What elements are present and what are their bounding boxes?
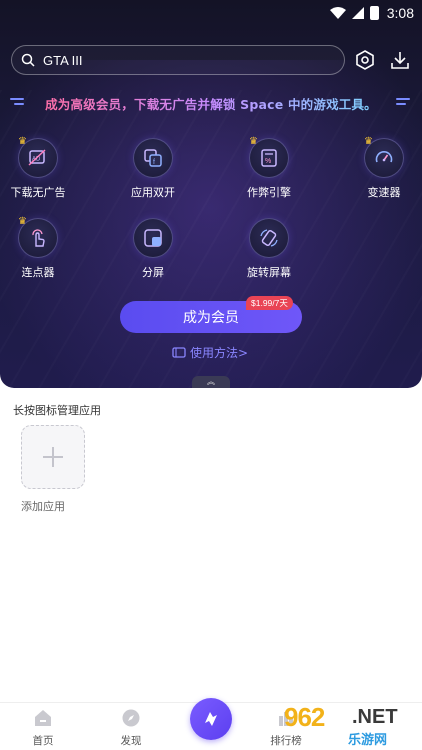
feature-label: 作弊引擎: [247, 186, 291, 199]
hero-panel: 3:08 成为高级会员，下载无广告并解锁 Space 中的游戏工具。 ♛: [0, 0, 422, 388]
feature-speed[interactable]: ♛ 变速器: [347, 136, 421, 202]
feature-label: 分屏: [142, 266, 164, 279]
banner-deco-right: [396, 98, 410, 108]
usage-label: 使用方法>: [190, 345, 249, 360]
home-icon: [35, 710, 51, 726]
collapse-handle[interactable]: ︽: [192, 376, 230, 388]
feature-ad-free[interactable]: ♛ AD 下载无广告: [1, 136, 75, 202]
nav-home-label: 首页: [32, 735, 54, 747]
nav-discover-label: 发现: [120, 735, 142, 747]
dual-app-icon: f: [144, 149, 162, 167]
crown-icon: ♛: [249, 136, 258, 147]
site-watermark: 962 .NET 乐游网: [282, 702, 416, 748]
feature-label: 变速器: [367, 186, 401, 199]
banner-deco-left: [10, 98, 24, 108]
settings-icon: [356, 50, 374, 70]
crown-icon: ♛: [364, 136, 373, 147]
search-input[interactable]: [43, 52, 303, 68]
watermark-net: .NET: [352, 706, 398, 728]
promo-banner: 成为高级会员，下载无广告并解锁 Space 中的游戏工具。: [0, 92, 422, 114]
feature-label: 连点器: [21, 266, 55, 279]
feature-label: 应用双开: [131, 186, 175, 199]
watermark-cn: 乐游网: [348, 732, 388, 747]
feature-circle: f: [133, 138, 173, 178]
add-app-button[interactable]: [21, 425, 85, 489]
status-bar: 3:08: [0, 0, 422, 26]
split-screen-icon: [144, 229, 162, 247]
download-icon: [391, 52, 409, 69]
video-icon: [172, 347, 186, 358]
search-bar[interactable]: [11, 45, 345, 75]
crown-icon: ♛: [18, 216, 27, 227]
plus-icon: [43, 447, 63, 467]
ad-block-icon: AD: [28, 149, 46, 166]
feature-circle: ♛ AD: [18, 136, 58, 178]
center-action-button[interactable]: [190, 698, 232, 740]
feature-circle: ♛: [18, 216, 58, 258]
nav-home[interactable]: 首页: [13, 709, 73, 748]
feature-split-screen[interactable]: 分屏: [116, 218, 190, 282]
settings-button[interactable]: [352, 47, 378, 73]
price-badge: $1.99/7天: [246, 296, 293, 310]
feature-label: 旋转屏幕: [247, 266, 291, 279]
add-app-label: 添加应用: [21, 500, 65, 513]
apps-section-title: 长按图标管理应用: [13, 404, 101, 417]
feature-circle: ♛: [364, 136, 404, 178]
cheat-engine-icon: %: [261, 149, 277, 167]
nav-discover[interactable]: 发现: [101, 709, 161, 748]
crown-icon: ♛: [18, 136, 27, 147]
signal-icon: [351, 7, 364, 19]
feature-circle: [249, 218, 289, 258]
rotate-screen-icon: [260, 229, 278, 247]
space-logo-icon: [205, 712, 217, 726]
usage-link[interactable]: 使用方法>: [172, 344, 248, 360]
feature-circle: [133, 218, 173, 258]
status-time: 3:08: [386, 5, 414, 21]
watermark-number: 962: [284, 702, 325, 732]
feature-dual-app[interactable]: f 应用双开: [116, 138, 190, 202]
double-chevron-up-icon: ︽: [207, 377, 215, 386]
feature-auto-clicker[interactable]: ♛ 连点器: [1, 216, 75, 282]
wifi-icon: [329, 7, 346, 19]
svg-text:%: %: [265, 158, 271, 165]
feature-cheat-engine[interactable]: ♛ % 作弊引擎: [232, 136, 306, 202]
feature-label: 下载无广告: [10, 186, 66, 199]
feature-circle: ♛ %: [249, 136, 289, 178]
speedometer-icon: [375, 151, 393, 163]
battery-icon: [369, 6, 379, 20]
compass-icon: [122, 709, 140, 727]
banner-text: 成为高级会员，下载无广告并解锁 Space 中的游戏工具。: [45, 94, 377, 113]
svg-text:f: f: [153, 159, 155, 166]
auto-clicker-icon: [32, 229, 45, 247]
search-icon: [21, 53, 35, 67]
feature-rotate-screen[interactable]: 旋转屏幕: [232, 218, 306, 282]
download-button[interactable]: [387, 47, 413, 73]
